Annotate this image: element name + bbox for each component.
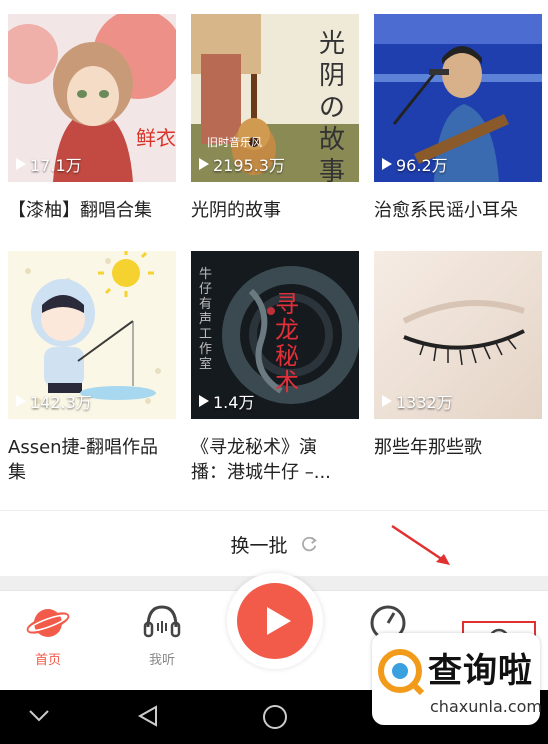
- play-count-value: 1.4万: [213, 393, 255, 412]
- refresh-button[interactable]: 换一批: [0, 510, 548, 577]
- cover-studio: 牛仔有声工作室: [199, 267, 213, 372]
- logo-icon: [378, 649, 425, 696]
- play-icon: [199, 395, 209, 407]
- play-count-value: 2195.3万: [213, 156, 285, 175]
- watermark-title: 查询啦: [428, 651, 533, 691]
- playlist-cover[interactable]: 牛仔有声工作室 寻龙秘术 1.4万: [191, 251, 359, 419]
- playlist-title[interactable]: 光阴的故事: [191, 198, 359, 223]
- tab-my-listening[interactable]: 我听: [122, 601, 202, 668]
- cover-brand: 旧时音乐风: [207, 136, 262, 149]
- annotation-arrow: [391, 524, 450, 565]
- play-count-value: 17.1万: [30, 156, 82, 175]
- play-count: 2195.3万: [199, 152, 285, 176]
- playlist-cover[interactable]: 光阴の故事 旧时音乐风 2195.3万: [191, 14, 359, 182]
- play-count-value: 96.2万: [396, 156, 448, 175]
- planet-icon: [26, 609, 70, 637]
- chevron-down-icon[interactable]: [28, 708, 50, 724]
- play-icon: [382, 395, 392, 407]
- playlist-title[interactable]: Assen捷-翻唱作品集: [8, 435, 176, 485]
- play-count-value: 142.3万: [30, 393, 92, 412]
- watermark: 查询啦 chaxunla.com: [372, 633, 542, 725]
- play-count: 1332万: [382, 389, 453, 413]
- play-count-value: 1332万: [396, 393, 453, 412]
- tab-home[interactable]: 首页: [8, 601, 88, 668]
- headphones-icon: [143, 605, 181, 638]
- play-icon: [16, 158, 26, 170]
- playlist-title[interactable]: 《寻龙秘术》演播：港城牛仔 –...: [191, 435, 351, 485]
- back-icon[interactable]: [136, 704, 160, 728]
- play-button[interactable]: [227, 573, 323, 669]
- cover-text: 鲜衣: [136, 126, 176, 150]
- tab-label: 首页: [34, 653, 61, 668]
- watermark-url: chaxunla.com: [430, 697, 542, 716]
- play-icon: [382, 158, 392, 170]
- play-icon: [199, 158, 209, 170]
- playlist-cover[interactable]: 142.3万: [8, 251, 176, 419]
- cover-title: 寻龙秘术: [275, 290, 299, 396]
- tab-label: 我听: [148, 653, 175, 668]
- cover-title-vertical: 光阴の故事: [319, 29, 346, 182]
- home-icon[interactable]: [262, 704, 288, 730]
- play-count: 142.3万: [16, 389, 92, 413]
- refresh-label: 换一批: [230, 534, 288, 557]
- playlist-title[interactable]: 【漆柚】翻唱合集: [8, 198, 176, 223]
- play-icon: [267, 607, 291, 635]
- playlist-title[interactable]: 那些年那些歌: [374, 435, 542, 460]
- playlist-cover[interactable]: 96.2万: [374, 14, 542, 182]
- play-icon: [16, 395, 26, 407]
- playlist-title[interactable]: 治愈系民谣小耳朵: [374, 198, 542, 223]
- play-count: 96.2万: [382, 152, 448, 176]
- refresh-icon: [301, 536, 317, 552]
- play-count: 17.1万: [16, 152, 82, 176]
- playlist-cover[interactable]: 1332万: [374, 251, 542, 419]
- playlist-cover[interactable]: 鲜衣 17.1万: [8, 14, 176, 182]
- play-count: 1.4万: [199, 389, 254, 413]
